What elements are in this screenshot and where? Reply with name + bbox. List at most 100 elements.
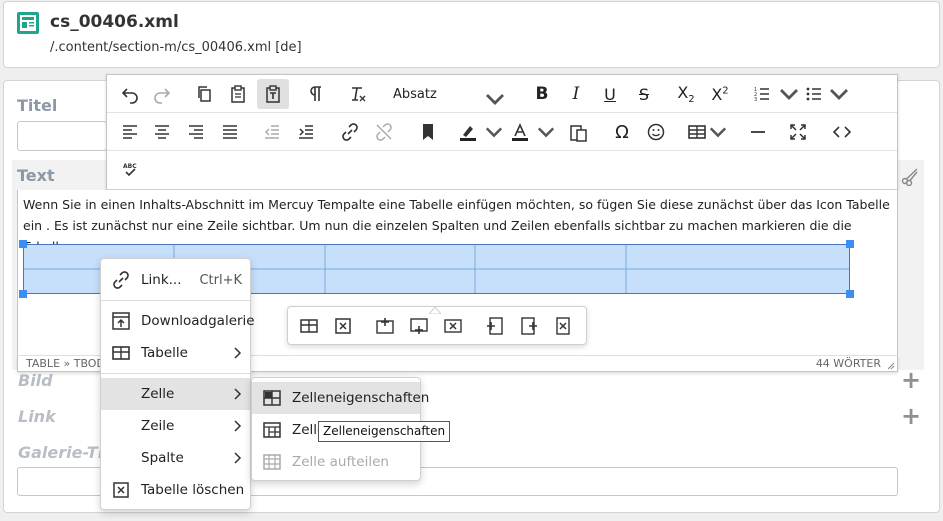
chevron-down-icon [486, 94, 504, 105]
toolbar-arrow [427, 299, 443, 315]
menu-item-label: Tabelle löschen [141, 482, 245, 498]
menu-item-label: Zeile [141, 418, 175, 434]
word-count: 44 WÖRTER [815, 357, 881, 370]
resize-handle[interactable] [19, 290, 27, 298]
superscript-icon[interactable]: X2 [705, 79, 735, 109]
menu-item-label: Zelle aufteilen [292, 454, 389, 470]
chevron-down-icon[interactable] [485, 117, 503, 147]
remove-format-icon[interactable] [343, 79, 373, 109]
cell-properties-icon [263, 390, 281, 406]
spellcheck-icon[interactable]: ABC [115, 155, 145, 185]
element-path[interactable]: TABLE » TBODY [26, 357, 111, 370]
source-code-icon[interactable] [827, 117, 857, 147]
redo-icon[interactable] [147, 79, 177, 109]
menu-item-label: Downloadgalerie [141, 313, 255, 329]
link-label: Link [18, 407, 56, 426]
align-left-icon[interactable] [115, 117, 145, 147]
link-icon [113, 271, 129, 289]
menu-shortcut: Ctrl+K [199, 272, 242, 288]
fullscreen-icon[interactable] [783, 117, 813, 147]
chevron-right-icon [234, 420, 242, 432]
add-link-button[interactable]: + [901, 404, 921, 428]
horizontal-line-icon[interactable] [743, 117, 773, 147]
paste-icon[interactable] [223, 79, 253, 109]
titel-input[interactable] [17, 121, 107, 151]
menu-item-tabelle[interactable]: Tabelle [101, 337, 250, 369]
emoji-icon[interactable] [641, 117, 671, 147]
copy-icon[interactable] [189, 79, 219, 109]
chevron-right-icon [234, 347, 242, 359]
toolbar-row-1: Absatz B I U S X2 X2 123 [107, 75, 897, 113]
menu-item-zeile[interactable]: Zeile [101, 410, 250, 442]
svg-text:ABC: ABC [123, 163, 137, 170]
menu-divider [101, 300, 250, 301]
table-icon [112, 346, 130, 360]
undo-icon[interactable] [115, 79, 145, 109]
add-bild-button[interactable]: + [901, 368, 921, 392]
strikethrough-icon[interactable]: S [629, 79, 659, 109]
subscript-icon[interactable]: X2 [671, 79, 701, 109]
resize-handle[interactable] [846, 240, 854, 248]
text-color-icon[interactable] [505, 117, 535, 147]
scissors-icon[interactable] [900, 166, 920, 187]
resize-grip-icon[interactable] [885, 360, 895, 370]
justify-icon[interactable] [215, 117, 245, 147]
chevron-down-icon[interactable] [537, 117, 555, 147]
tooltip: Zelleneigenschaften [318, 421, 451, 442]
align-center-icon[interactable] [147, 117, 177, 147]
menu-item-label: Zelleneigenschaften [292, 390, 430, 406]
insert-column-after-icon[interactable] [514, 311, 544, 341]
delete-table-icon[interactable] [328, 311, 358, 341]
toolbar-row-3: ABC [107, 151, 897, 189]
bold-icon[interactable]: B [527, 79, 557, 109]
menu-item-link[interactable]: Link... Ctrl+K [101, 264, 250, 296]
editor-toolbar: Absatz B I U S X2 X2 123 Ω ABC [106, 74, 898, 190]
outdent-icon[interactable] [257, 117, 287, 147]
paste-from-word-icon[interactable] [563, 117, 593, 147]
file-name: cs_00406.xml [50, 12, 179, 32]
resize-handle[interactable] [846, 290, 854, 298]
chevron-right-icon [234, 452, 242, 464]
insert-column-before-icon[interactable] [480, 311, 510, 341]
chevron-right-icon [234, 388, 242, 400]
highlight-icon[interactable] [453, 117, 483, 147]
resize-handle[interactable] [19, 240, 27, 248]
indent-icon[interactable] [291, 117, 321, 147]
bookmark-icon[interactable] [413, 117, 443, 147]
chevron-down-icon[interactable] [779, 79, 799, 109]
numbered-list-icon[interactable]: 123 [747, 79, 777, 109]
delete-column-icon[interactable] [548, 311, 578, 341]
pilcrow-icon[interactable] [301, 79, 331, 109]
underline-icon[interactable]: U [595, 79, 625, 109]
context-menu: Link... Ctrl+K Downloadgalerie Tabelle Z… [100, 258, 255, 510]
file-path: /.content/section-m/cs_00406.xml [de] [50, 40, 302, 55]
menu-item-downloadgalerie[interactable]: Downloadgalerie [101, 305, 255, 337]
delete-table-icon [113, 482, 129, 498]
menu-item-label: Zelle [141, 386, 175, 402]
omega-icon[interactable]: Ω [607, 117, 637, 147]
table-icon[interactable] [683, 117, 711, 147]
insert-row-after-icon[interactable] [404, 311, 434, 341]
paste-text-icon[interactable] [257, 79, 289, 109]
titel-label: Titel [17, 96, 58, 115]
menu-item-zelle[interactable]: Zelle [101, 378, 250, 410]
align-right-icon[interactable] [181, 117, 211, 147]
italic-icon[interactable]: I [561, 79, 591, 109]
chevron-down-icon[interactable] [829, 79, 849, 109]
menu-item-tabelle-loeschen[interactable]: Tabelle löschen [101, 474, 250, 506]
menu-item-spalte[interactable]: Spalte [101, 442, 250, 474]
bild-label: Bild [18, 371, 53, 390]
chevron-down-icon[interactable] [709, 117, 727, 147]
menu-item-label: Spalte [141, 450, 184, 466]
delete-row-icon[interactable] [438, 311, 468, 341]
upload-icon [112, 312, 130, 330]
bullet-list-icon[interactable] [799, 79, 829, 109]
link-icon[interactable] [335, 117, 365, 147]
menu-item-zelleneigenschaften[interactable]: Zelleneigenschaften [252, 382, 429, 414]
menu-item-zelle-aufteilen[interactable]: Zelle aufteilen [252, 446, 420, 478]
paragraph-format-dropdown[interactable]: Absatz [383, 79, 513, 109]
table-properties-icon[interactable] [294, 311, 324, 341]
insert-row-before-icon[interactable] [370, 311, 400, 341]
unlink-icon[interactable] [369, 117, 399, 147]
menu-item-label: Link... [141, 272, 182, 288]
